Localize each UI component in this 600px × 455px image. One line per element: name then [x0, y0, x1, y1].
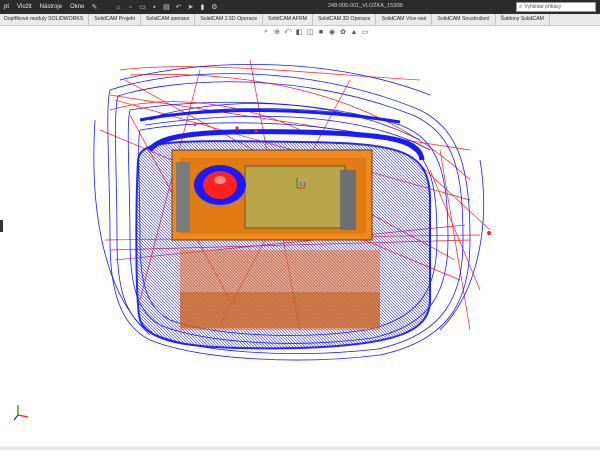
heads-up-toolbar: ⌕ ⊕ ⤺ ◧ ◫ ■ ◉ ✿ ▲ ▭ — [262, 28, 369, 36]
tab-solidcam-operations[interactable]: SolidCAM operace — [141, 14, 196, 25]
tab-solidcam-3d[interactable]: SolidCAM 3D Operace — [313, 14, 377, 25]
search-icon: ⌕ — [519, 3, 523, 10]
tab-solidcam-templates[interactable]: Šablony SolidCAM — [496, 14, 550, 25]
section-view-icon[interactable]: ◧ — [295, 28, 303, 36]
new-file-icon[interactable]: ▫ — [126, 3, 134, 11]
edit-appearance-icon[interactable]: ✿ — [339, 28, 347, 36]
tab-solidworks-addins[interactable]: Doplňkové moduly SOLIDWORKS — [0, 14, 90, 25]
status-bar — [0, 446, 600, 450]
home-icon[interactable]: ⌂ — [114, 3, 122, 11]
rebuild-icon[interactable]: ▮ — [198, 3, 206, 11]
hide-show-icon[interactable]: ◉ — [328, 28, 336, 36]
display-style-icon[interactable]: ■ — [317, 28, 325, 36]
tab-solidcam-multiaxis[interactable]: SolidCAM Více-osé — [376, 14, 433, 25]
tab-solidcam-afrm[interactable]: SolidCAM AFRM — [263, 14, 313, 25]
title-bar: pt Vložit Nástroje Okno ✎ ⌂ ▫ ▭ ▪ ▤ ↶ ➤ … — [0, 0, 600, 14]
tab-solidcam-project[interactable]: SolidCAM Projekt — [89, 14, 141, 25]
save-icon[interactable]: ▪ — [150, 3, 158, 11]
hole-feature — [194, 165, 246, 205]
command-manager-tabs: Doplňkové moduly SOLIDWORKS SolidCAM Pro… — [0, 14, 600, 26]
undo-icon[interactable]: ↶ — [174, 3, 182, 11]
menu-item-window[interactable]: Okno — [66, 4, 88, 10]
zoom-fit-icon[interactable]: ⌕ — [262, 28, 270, 36]
view-settings-icon[interactable]: ▭ — [361, 28, 369, 36]
svg-text:L1: L1 — [300, 182, 306, 188]
view-orientation-icon[interactable]: ◫ — [306, 28, 314, 36]
previous-view-icon[interactable]: ⤺ — [284, 28, 292, 36]
tab-solidcam-turning[interactable]: SolidCAM Soustružení — [432, 14, 496, 25]
search-commands-input[interactable]: ⌕ Vyhledat příkazy — [516, 2, 596, 12]
zoom-area-icon[interactable]: ⊕ — [273, 28, 281, 36]
open-folder-icon[interactable]: ▭ — [138, 3, 146, 11]
menu-item-partial[interactable]: pt — [0, 4, 13, 10]
search-placeholder: Vyhledat příkazy — [524, 4, 562, 10]
menu-item-tools[interactable]: Nástroje — [36, 4, 66, 10]
toolpath-view: L1 — [13, 59, 491, 421]
options-icon[interactable]: ⚙ — [210, 3, 218, 11]
tab-solidcam-2-5d[interactable]: SolidCAM 2.5D Operace — [195, 14, 264, 25]
scene-icon[interactable]: ▲ — [350, 28, 358, 36]
print-icon[interactable]: ▤ — [162, 3, 170, 11]
select-arrow-icon[interactable]: ➤ — [186, 3, 194, 11]
axis-triad — [13, 405, 29, 421]
panel-collapse-handle[interactable] — [0, 220, 3, 232]
document-title: 248-005-001_VLOŽKA_1530B — [328, 3, 403, 9]
graphics-viewport[interactable]: L1 — [0, 26, 600, 450]
pin-icon[interactable]: ✎ — [90, 3, 98, 11]
menu-item-insert[interactable]: Vložit — [13, 4, 36, 10]
